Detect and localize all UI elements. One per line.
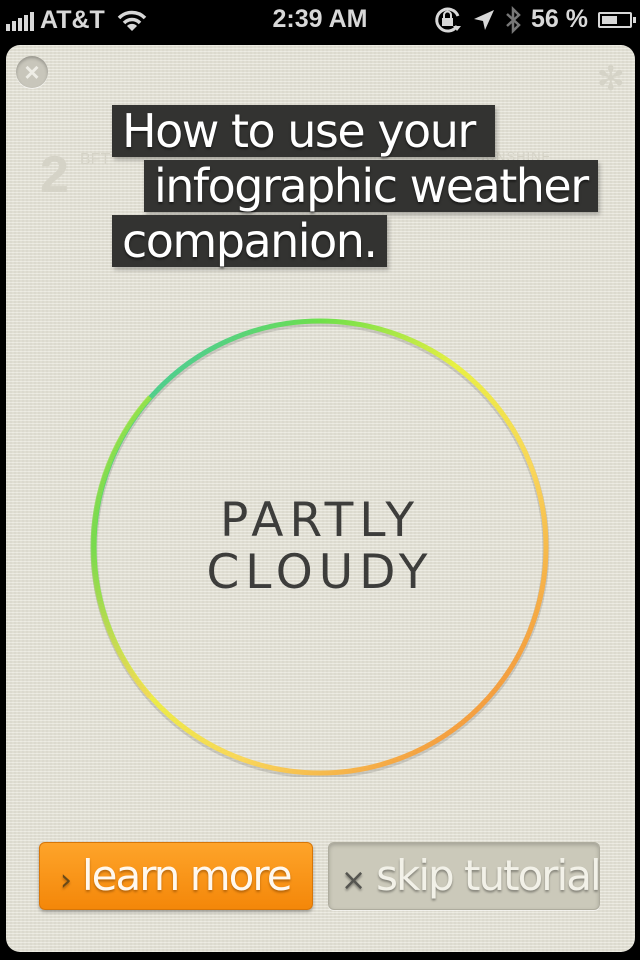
weather-ring: PARTLY CLOUDY	[90, 317, 550, 777]
close-button[interactable]: ×	[16, 56, 48, 88]
ghost-wind-value: 2	[40, 146, 69, 204]
learn-more-button[interactable]: › learn more	[39, 842, 313, 910]
skip-tutorial-label: skip tutorial	[376, 851, 601, 900]
condition-line-1: PARTLY	[219, 493, 421, 548]
rotation-lock-icon	[435, 7, 462, 33]
skip-tutorial-button[interactable]: × skip tutorial	[328, 842, 602, 910]
battery-icon	[598, 11, 636, 28]
condition-label: PARTLY CLOUDY	[90, 495, 550, 599]
tutorial-overlay: 2 BFT SUNSHINE ✻ × How to use your infog…	[6, 45, 635, 952]
bluetooth-icon	[506, 5, 521, 34]
headline-line-3: companion.	[112, 215, 387, 267]
gear-icon: ✻	[596, 60, 626, 98]
chevron-right-icon: ›	[60, 863, 72, 898]
ghost-wind-unit: BFT	[80, 151, 111, 168]
close-icon: ×	[341, 863, 367, 898]
condition-line-2: CLOUDY	[206, 545, 434, 600]
headline-line-1: How to use your	[112, 105, 495, 157]
battery-percent: 56 %	[531, 5, 588, 33]
close-icon: ×	[24, 57, 40, 87]
location-icon	[474, 9, 495, 30]
learn-more-label: learn more	[82, 851, 293, 900]
status-bar: AT&T 2:39 AM 56 %	[0, 0, 640, 40]
headline-line-2: infographic weather	[144, 160, 598, 212]
